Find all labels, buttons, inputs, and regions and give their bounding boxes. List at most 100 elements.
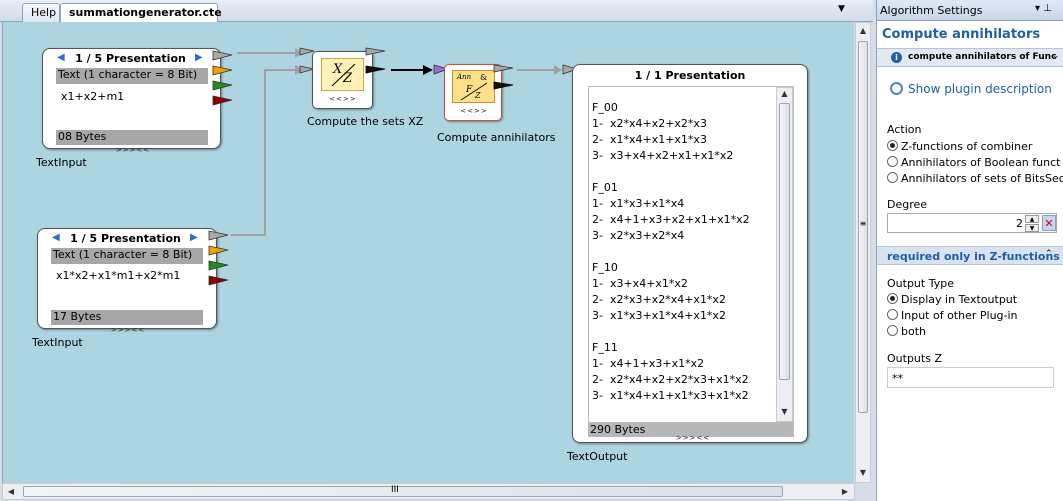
clear-icon[interactable]: ✕ [1042,215,1056,231]
expand-toggle[interactable]: >>><< [108,326,148,334]
tab-label: Help [31,6,57,19]
radio-label: Input of other Plug-in [901,309,1018,322]
scroll-down-icon[interactable]: ▼ [777,406,792,418]
scroll-up-icon[interactable]: ▲ [777,88,792,100]
radio-label: Annihilators of sets of BitsSec [901,172,1063,185]
scroll-grip-icon: III [391,485,399,495]
output-vertical-scrollbar[interactable]: ▲ ▼ [776,87,793,422]
output-type-radio-1[interactable]: Display in Textoutput [887,293,1017,306]
xz-icon: X Z [321,58,364,91]
output-line: 2- x2*x4+x2+x2*x3+x1*x2 [592,373,749,386]
green-port-icon [212,80,233,91]
outputs-z-input[interactable]: ** [887,367,1054,388]
degree-value: 2 [1016,217,1023,230]
outputs-z-label: Outputs Z [887,352,942,365]
output-line: 3- x3+x4+x2+x1+x1*x2 [592,149,734,162]
info-icon: i [891,52,902,63]
prev-presentation-icon[interactable]: ◀ [52,232,60,243]
radio-icon [887,172,898,183]
expand-toggle[interactable]: >>><< [113,146,153,154]
scroll-left-icon[interactable]: ◀ [5,486,17,498]
canvas-horizontal-scrollbar[interactable]: ◀ III ▶ [2,483,855,500]
output-line: F_10 [592,261,618,274]
output-line: F_01 [592,181,618,194]
output-line: 3- x1*x4+x1+x1*x3+x1*x2 [592,389,749,402]
action-label: Action [887,123,922,136]
radio-selected-icon [887,140,898,151]
output-line: 1- x4+1+x3+x1*x2 [592,357,705,370]
next-presentation-icon[interactable]: ▶ [195,52,203,63]
action-radio-3[interactable]: Annihilators of sets of BitsSec [887,172,1063,185]
scroll-down-icon[interactable]: ▼ [856,467,870,479]
plugin-caption: TextOutput [567,450,628,463]
expand-toggle[interactable]: >>><< [673,434,713,442]
tab-summationgenerator[interactable]: summationgenerator.cte [60,3,222,23]
plugin-info-bar[interactable]: i compute annihilators of Func ⌄ [877,48,1063,67]
plugin-controls[interactable]: <<>> [327,95,359,103]
red-port-icon [212,95,233,106]
degree-stepper[interactable]: 2 ▲ ▼ ✕ [887,213,1057,233]
output-line: 2- x1*x4+x1+x1*x3 [592,133,707,146]
annihilator-icon: Ann & F Z [452,70,495,103]
prev-presentation-icon[interactable]: ◀ [57,52,65,63]
presentation-title: 1 / 5 Presentation [70,232,181,245]
collapse-chevron-icon[interactable]: ⌃ [1045,249,1053,259]
text-output-plugin[interactable]: 1 / 1 Presentation F_00 1- x2*x4+x2+x2*x3… [572,64,808,443]
pin-icon[interactable]: ▾ ⊥ [1035,3,1052,14]
plugin-caption: Compute the sets XZ [307,115,424,128]
action-radio-2[interactable]: Annihilators of Boolean funct [887,156,1063,169]
output-ports [212,50,233,106]
help-icon[interactable] [890,82,903,95]
group-header[interactable]: required only in Z-functions ⌃ [877,246,1063,265]
scroll-up-icon[interactable]: ▲ [856,23,870,37]
increment-icon[interactable]: ▲ [1025,215,1039,223]
decrement-icon[interactable]: ▼ [1025,224,1039,232]
plugin-caption: TextInput [36,156,87,169]
red-port-icon [208,275,229,286]
scroll-thumb[interactable] [779,103,790,380]
collapse-chevron-icon[interactable]: ⌄ [1052,51,1060,61]
scroll-thumb[interactable] [23,486,783,497]
gray-port-icon [493,64,514,73]
output-type-radio-3[interactable]: both [887,325,926,338]
tab-menu-dropdown-icon[interactable]: ▼ [838,4,845,14]
output-ports [493,64,514,90]
outputs-z-value: ** [892,372,903,385]
workspace-canvas[interactable]: ◀ 1 / 5 Presentation ▶ Text (1 character… [2,22,854,483]
text-output-content: F_00 1- x2*x4+x2+x2*x3 2- x1*x4+x1+x1*x3 3-… [592,100,772,404]
text-output-area[interactable]: F_00 1- x2*x4+x2+x2*x3 2- x1*x4+x1+x1*x3 3-… [588,86,794,423]
radio-icon [887,156,898,167]
next-presentation-icon[interactable]: ▶ [190,232,198,243]
text-header-bar: Text (1 character = 8 Bit) [56,68,208,84]
radio-label: Z-functions of combiner [901,140,1033,153]
text-input-plugin-1[interactable]: ◀ 1 / 5 Presentation ▶ Text (1 character… [42,48,221,154]
output-ports [365,47,386,74]
tab-help[interactable]: Help [22,3,60,22]
degree-label: Degree [887,198,928,211]
canvas-vertical-scrollbar[interactable]: ▲ ≡ ▼ [855,22,871,483]
show-plugin-description-link[interactable]: Show plugin description [908,82,1052,96]
output-line: 1- x3+x4+x1*x2 [592,277,688,290]
gray-port-icon [365,47,386,56]
text-header-bar: Text (1 character = 8 Bit) [51,248,203,264]
compute-sets-xz-plugin[interactable]: X Z <<>> [312,51,373,109]
output-type-label: Output Type [887,277,954,290]
plugin-controls[interactable]: <<>> [458,107,490,115]
action-radio-1[interactable]: Z-functions of combiner [887,140,1032,153]
output-line: 2- x2*x3+x2*x4+x1*x2 [592,293,726,306]
radio-selected-icon [887,293,898,304]
radio-label: Display in Textoutput [901,293,1018,306]
plugin-caption: TextInput [32,336,83,349]
scroll-grip-icon: ≡ [859,219,867,228]
output-type-radio-2[interactable]: Input of other Plug-in [887,309,1018,322]
connection-line [231,69,295,236]
text-input-plugin-2[interactable]: ◀ 1 / 5 Presentation ▶ Text (1 character… [37,228,217,334]
output-line: 3- x1*x3+x1*x4+x1*x2 [592,309,726,322]
byte-count: 17 Bytes [51,310,203,325]
gray-port-icon [208,230,229,241]
scroll-right-icon[interactable]: ▶ [839,486,851,498]
text-input-value: x1+x2+m1 [61,90,125,103]
